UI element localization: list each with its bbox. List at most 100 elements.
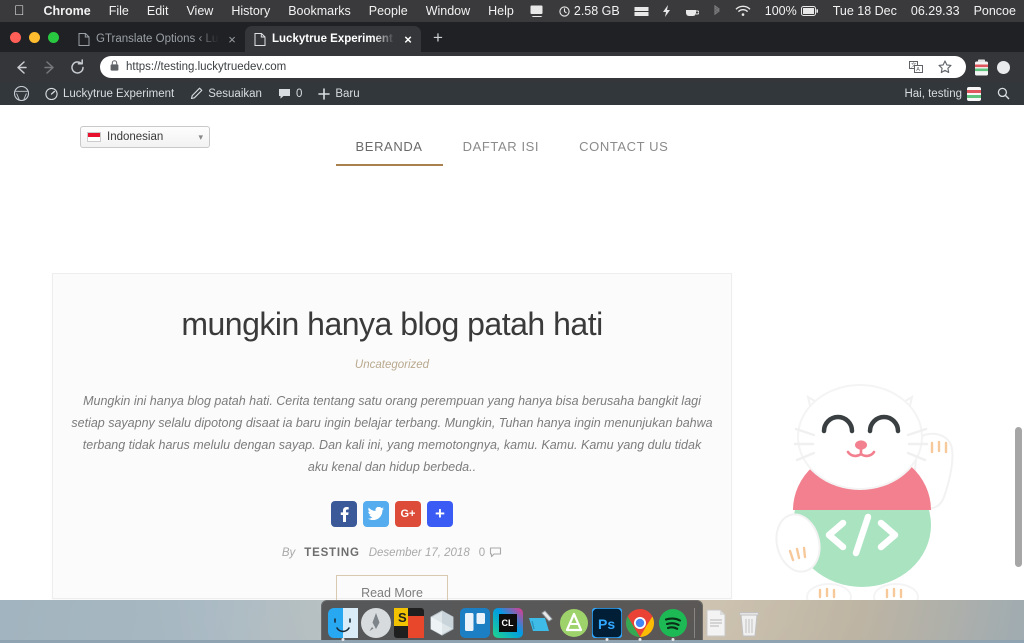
svg-text:Ps: Ps <box>598 616 615 632</box>
back-button[interactable] <box>8 54 34 80</box>
memory-usage-value: 2.58 GB <box>574 4 620 18</box>
star-icon[interactable] <box>934 60 956 74</box>
menu-app-name[interactable]: Chrome <box>35 0 100 22</box>
nav-item-beranda[interactable]: BERANDA <box>336 131 443 166</box>
menubar-time[interactable]: 06.29.33 <box>904 4 967 18</box>
window-traffic-lights <box>8 22 69 52</box>
mac-dock: S CL Ps <box>321 600 703 640</box>
dock-item-trash[interactable] <box>734 608 764 638</box>
twitter-share-button[interactable] <box>363 501 389 527</box>
post-comment-count-value: 0 <box>479 547 485 559</box>
google-plus-share-button[interactable]: G+ <box>395 501 421 527</box>
menu-item-people[interactable]: People <box>360 0 417 22</box>
profile-avatar-icon[interactable] <box>997 61 1010 74</box>
user-avatar <box>967 87 981 101</box>
menu-item-bookmarks[interactable]: Bookmarks <box>279 0 360 22</box>
admin-bar-customize[interactable]: Sesuaikan <box>182 82 270 105</box>
browser-tab-2[interactable]: Luckytrue Experiment – Hello W × <box>245 26 421 52</box>
admin-bar-site-name[interactable]: Luckytrue Experiment <box>37 82 182 105</box>
minimize-window-button[interactable] <box>29 32 40 43</box>
admin-bar-comments-count: 0 <box>296 88 302 100</box>
apple-logo-icon[interactable]:  <box>8 0 35 22</box>
extension-icon[interactable] <box>974 59 989 76</box>
page-icon <box>254 33 266 46</box>
caffeine-icon[interactable] <box>678 6 706 17</box>
dock-item-photoshop[interactable]: Ps <box>592 608 622 638</box>
wordpress-logo-icon[interactable] <box>6 82 37 105</box>
page-icon <box>78 33 90 46</box>
post-date: Desember 17, 2018 <box>369 547 470 559</box>
post-title[interactable]: mungkin hanya blog patah hati <box>53 306 731 343</box>
read-more-wrapper: Read More <box>53 575 731 601</box>
dock-item-sublime-text[interactable]: S <box>394 608 424 638</box>
menu-item-view[interactable]: View <box>177 0 222 22</box>
dock-divider <box>694 608 695 638</box>
menu-item-help[interactable]: Help <box>479 0 523 22</box>
lucky-cat-illustration <box>756 347 986 600</box>
reload-button[interactable] <box>64 54 90 80</box>
post-comment-count[interactable]: 0 <box>479 547 502 559</box>
flash-icon[interactable] <box>656 5 678 17</box>
dock-item-finder[interactable] <box>328 608 358 638</box>
post-excerpt: Mungkin ini hanya blog patah hati. Cerit… <box>71 391 713 479</box>
menubar-user[interactable]: Poncoe <box>967 4 1023 18</box>
nav-item-contact-us[interactable]: CONTACT US <box>559 131 688 164</box>
read-more-button[interactable]: Read More <box>336 575 448 601</box>
battery-status-icon[interactable] <box>627 6 656 17</box>
post-meta-by: By <box>282 547 295 559</box>
close-tab-2-button[interactable]: × <box>401 33 415 46</box>
mac-menu-bar:  Chrome File Edit View History Bookmark… <box>0 0 1024 22</box>
site-navigation: BERANDA DAFTAR ISI CONTACT US <box>0 131 1024 166</box>
svg-text:A: A <box>916 67 920 73</box>
svg-text:S: S <box>398 610 407 625</box>
bluetooth-icon[interactable] <box>706 5 728 17</box>
admin-bar-new[interactable]: Baru <box>310 82 367 105</box>
search-icon <box>997 87 1010 100</box>
maximize-window-button[interactable] <box>48 32 59 43</box>
more-share-button[interactable]: + <box>427 501 453 527</box>
admin-bar-search-button[interactable] <box>989 82 1018 105</box>
menu-item-window[interactable]: Window <box>417 0 479 22</box>
admin-bar-customize-label: Sesuaikan <box>208 88 262 100</box>
forward-button[interactable] <box>36 54 62 80</box>
close-tab-1-button[interactable]: × <box>225 33 239 46</box>
close-window-button[interactable] <box>10 32 21 43</box>
dock-item-virtualbox[interactable] <box>427 608 457 638</box>
dock-item-google-chrome[interactable] <box>625 608 655 638</box>
display-icon[interactable] <box>523 5 552 17</box>
menu-item-history[interactable]: History <box>222 0 279 22</box>
menubar-date[interactable]: Tue 18 Dec <box>826 4 904 18</box>
post-category[interactable]: Uncategorized <box>53 359 731 371</box>
toolbar-right-actions <box>974 59 1016 76</box>
facebook-share-button[interactable] <box>331 501 357 527</box>
menu-item-edit[interactable]: Edit <box>138 0 178 22</box>
dock-item-clion[interactable]: CL <box>493 608 523 638</box>
wifi-icon[interactable] <box>728 5 758 17</box>
menu-item-file[interactable]: File <box>100 0 138 22</box>
new-tab-button[interactable]: + <box>421 26 455 52</box>
translate-icon[interactable]: 文A <box>905 61 927 73</box>
admin-bar-site-name-label: Luckytrue Experiment <box>63 88 174 100</box>
battery-percent[interactable]: 100% <box>758 4 826 18</box>
memory-usage-indicator[interactable]: 2.58 GB <box>552 4 627 18</box>
post-author[interactable]: TESTING <box>304 547 359 559</box>
dock-item-downloads-stack[interactable] <box>701 608 731 638</box>
dock-item-android-studio[interactable] <box>559 608 589 638</box>
dashboard-icon <box>45 87 58 100</box>
address-bar[interactable]: https://testing.luckytruedev.com 文A <box>100 56 966 78</box>
page-scrollbar-thumb[interactable] <box>1015 427 1022 567</box>
admin-bar-greeting: Hai, testing <box>904 88 962 100</box>
battery-percent-value: 100% <box>765 4 797 18</box>
browser-tab-strip: GTranslate Options ‹ Luckytrue × Luckytr… <box>0 22 1024 52</box>
admin-bar-account[interactable]: Hai, testing <box>896 82 989 105</box>
post-card[interactable]: mungkin hanya blog patah hati Uncategori… <box>52 273 732 599</box>
dock-item-build-tool[interactable] <box>526 608 556 638</box>
browser-tab-1[interactable]: GTranslate Options ‹ Luckytrue × <box>69 26 245 52</box>
social-share-row: G+ + <box>53 501 731 527</box>
dock-item-launchpad[interactable] <box>361 608 391 638</box>
svg-text:CL: CL <box>502 618 514 628</box>
nav-item-daftar-isi[interactable]: DAFTAR ISI <box>443 131 560 164</box>
dock-item-trello[interactable] <box>460 608 490 638</box>
admin-bar-comments[interactable]: 0 <box>270 82 310 105</box>
dock-item-spotify[interactable] <box>658 608 688 638</box>
